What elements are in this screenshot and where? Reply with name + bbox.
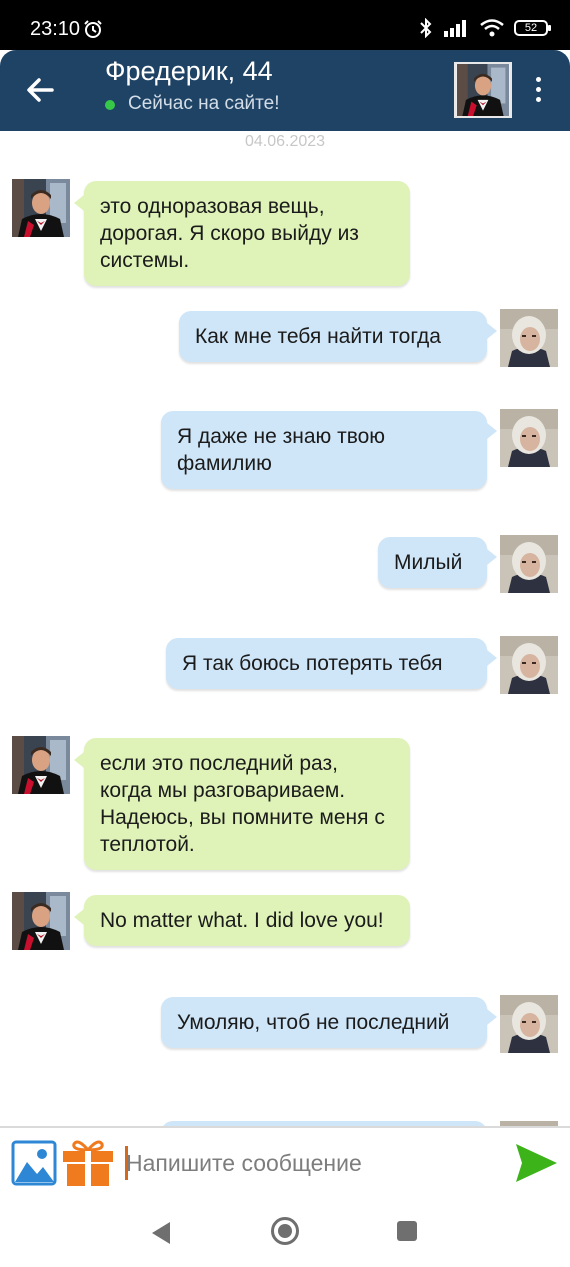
outgoing-message[interactable]: Я так боюсь потерять тебя: [166, 638, 497, 689]
battery-icon: 52: [514, 20, 551, 36]
incoming-message[interactable]: если это последний раз, когда мы разгова…: [74, 738, 410, 870]
signal-icon: [444, 20, 466, 37]
my-avatar[interactable]: [500, 636, 558, 694]
wifi-icon: [480, 19, 504, 37]
my-avatar[interactable]: [500, 409, 558, 467]
outgoing-message[interactable]: Милый: [378, 537, 497, 588]
chat-area[interactable]: 04.06.2023 это одноразовая вещь, дорогая…: [0, 131, 570, 1126]
online-indicator: [105, 100, 115, 110]
outgoing-message[interactable]: Я даже не знаю твою фамилию: [161, 411, 497, 489]
contact-avatar[interactable]: [454, 62, 512, 118]
my-avatar[interactable]: [500, 535, 558, 593]
nav-home-icon[interactable]: [270, 1216, 300, 1246]
chat-header: Фредерик, 44 Сейчас на сайте!: [0, 50, 570, 131]
incoming-message[interactable]: это одноразовая вещь, дорогая. Я скоро в…: [74, 181, 410, 286]
my-avatar[interactable]: [500, 309, 558, 367]
system-nav-bar: [0, 1202, 570, 1267]
sender-avatar[interactable]: [12, 179, 70, 237]
nav-recents-icon[interactable]: [396, 1220, 418, 1242]
more-vert-icon[interactable]: [528, 77, 548, 107]
incoming-message[interactable]: No matter what. I did love you!: [74, 895, 410, 946]
my-avatar[interactable]: [500, 995, 558, 1053]
sender-avatar[interactable]: [12, 892, 70, 950]
outgoing-message[interactable]: Умоляю, чтоб не последний: [161, 997, 497, 1048]
status-time: 23:10: [30, 18, 81, 40]
status-icons: 52: [418, 18, 551, 38]
nav-back-icon[interactable]: [150, 1220, 172, 1246]
online-status: Сейчас на сайте!: [128, 93, 280, 114]
gift-icon[interactable]: [60, 1138, 116, 1188]
message-composer: [0, 1126, 570, 1202]
back-arrow-icon[interactable]: [22, 74, 58, 106]
message-input[interactable]: [126, 1140, 496, 1186]
sender-avatar[interactable]: [12, 736, 70, 794]
image-icon[interactable]: [11, 1140, 57, 1186]
contact-name[interactable]: Фредерик, 44: [105, 56, 273, 87]
date-separator: 04.06.2023: [244, 133, 326, 150]
outgoing-message[interactable]: Как мне тебя найти тогда: [179, 311, 497, 362]
status-bar: 23:10 52: [0, 0, 570, 50]
bluetooth-icon: [420, 18, 432, 38]
alarm-icon: [84, 20, 102, 38]
send-icon[interactable]: [513, 1140, 559, 1186]
